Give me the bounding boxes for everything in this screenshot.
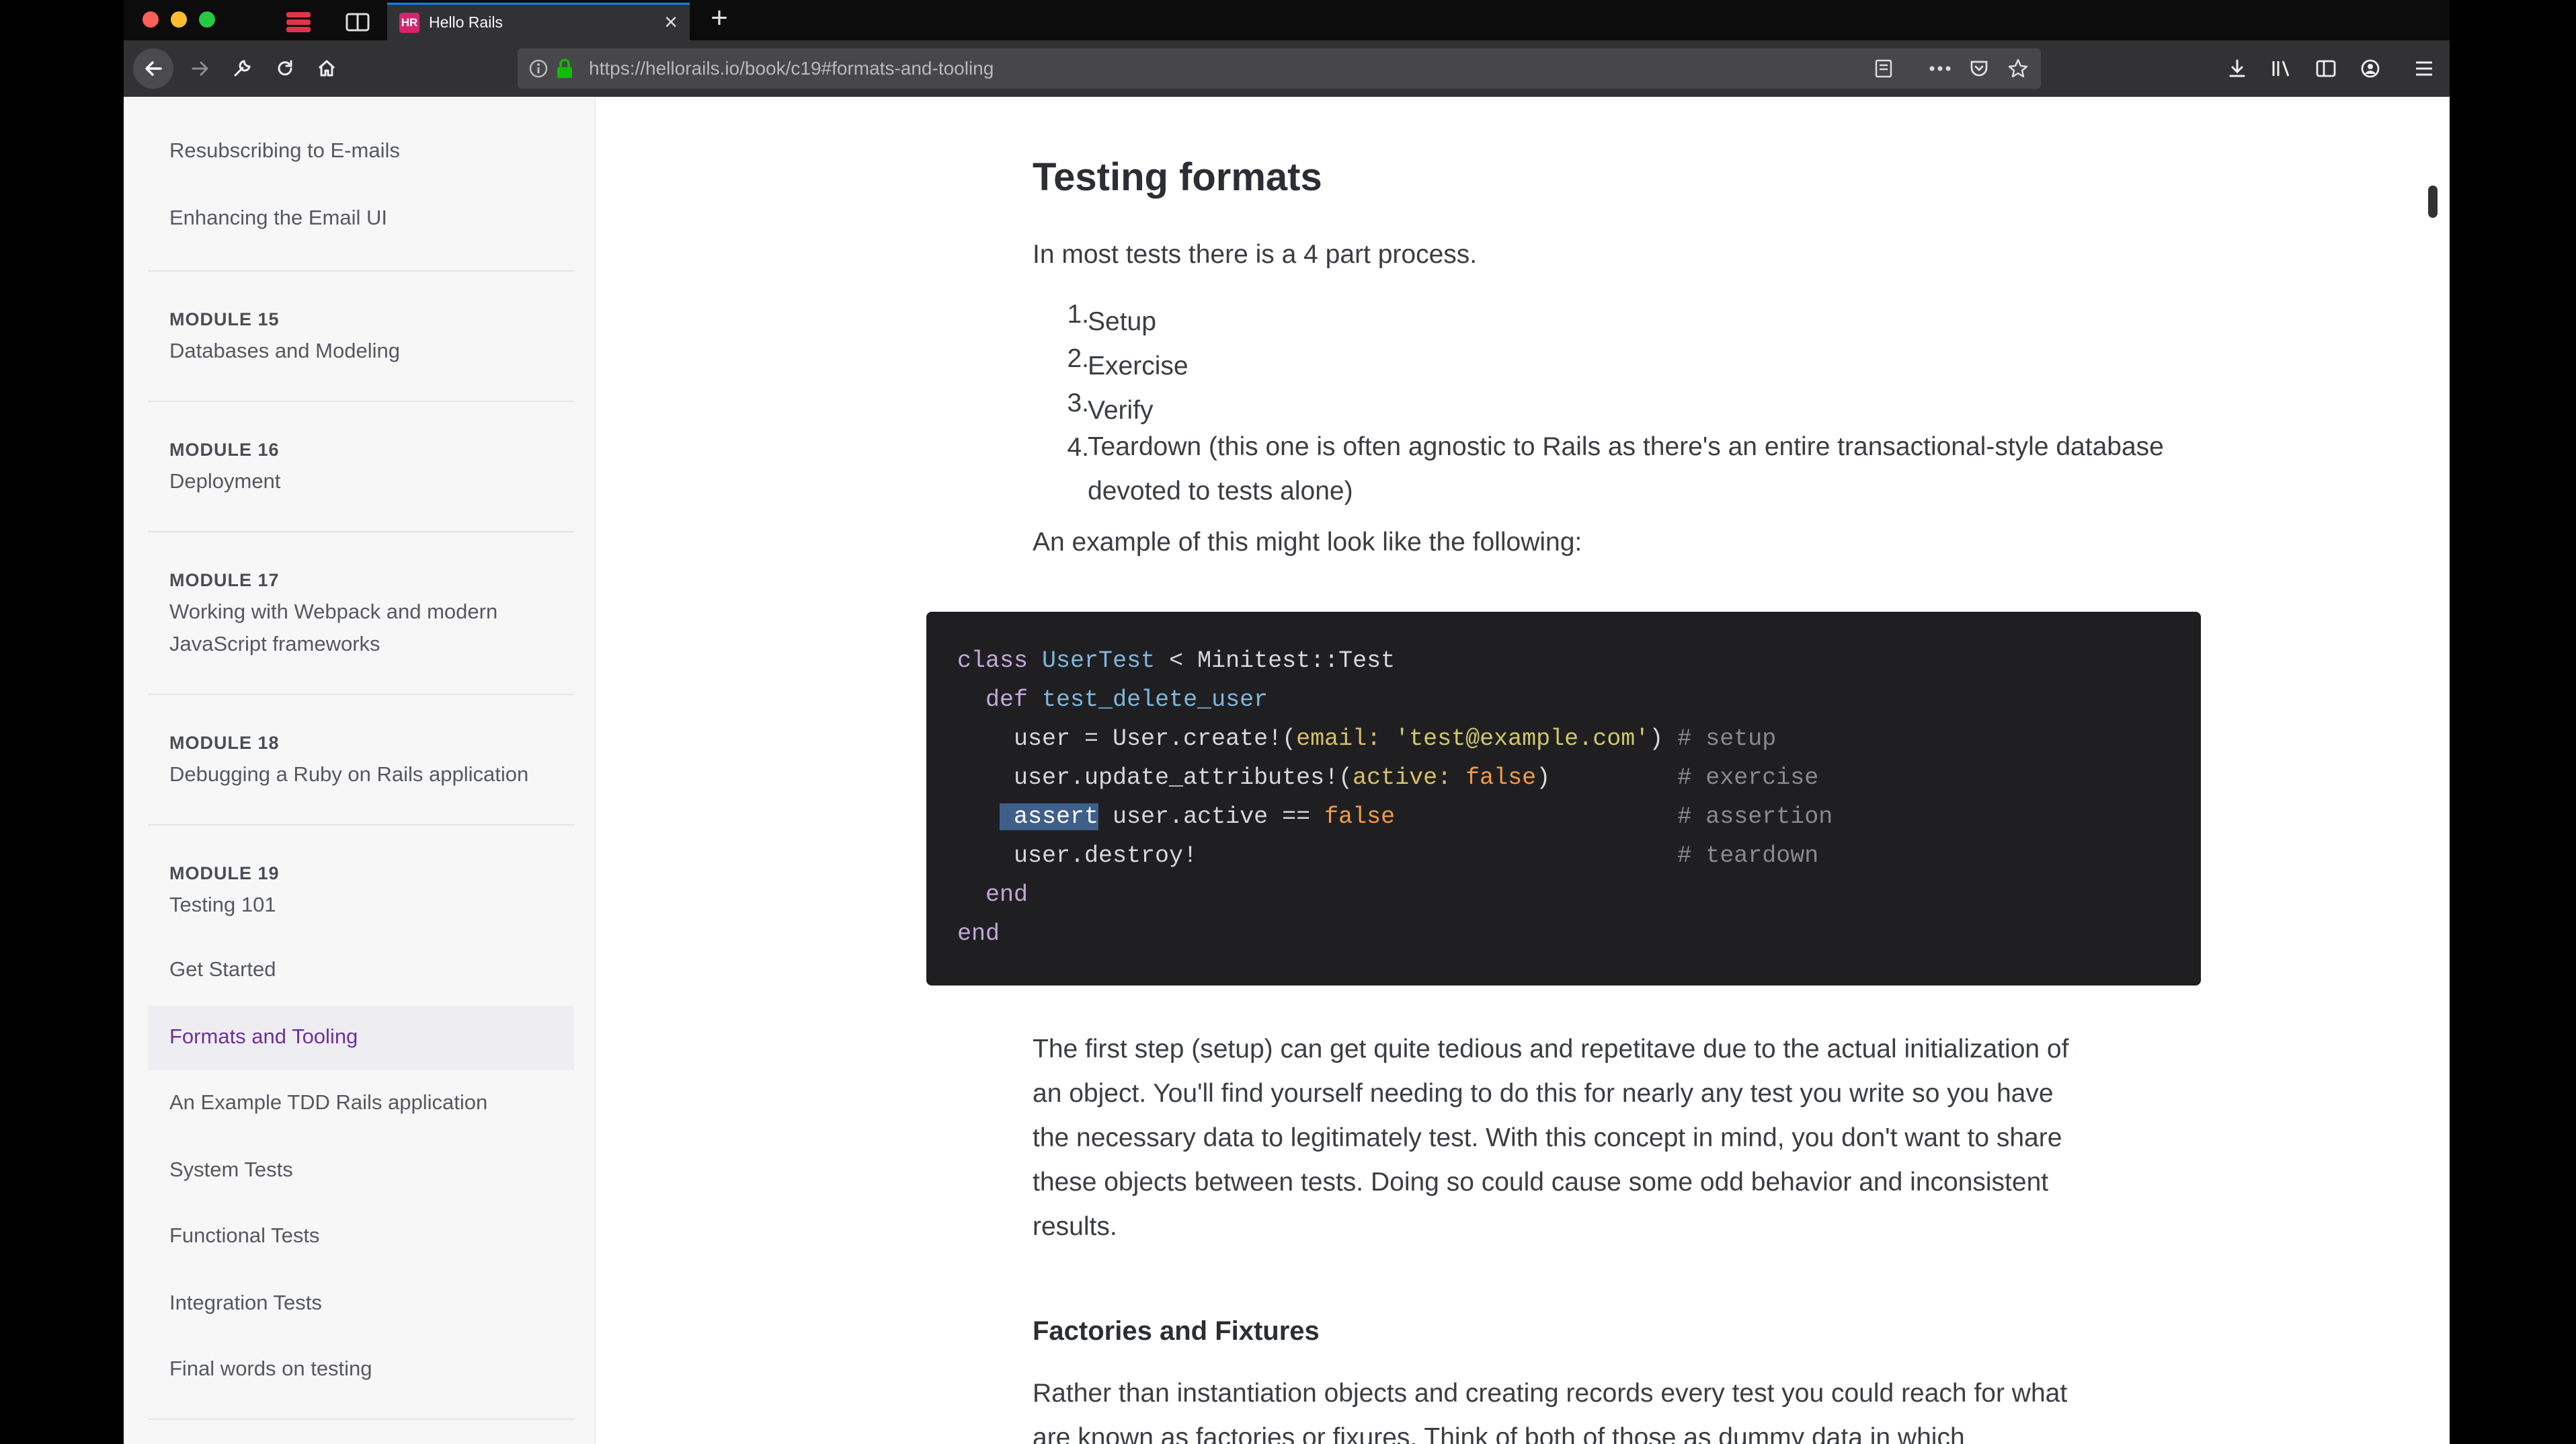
home-button[interactable] bbox=[309, 51, 344, 86]
sidebar-item-integration-tests[interactable]: Integration Tests bbox=[169, 1291, 322, 1315]
module-17-title[interactable]: Working with Webpack and modern JavaScri… bbox=[169, 596, 546, 660]
code-line: user.destroy! # teardown bbox=[957, 842, 1819, 869]
developer-tools-button[interactable] bbox=[225, 51, 259, 86]
sidebar-toggle-icon bbox=[2316, 60, 2336, 77]
code-block bbox=[926, 612, 2201, 986]
close-window-button[interactable] bbox=[143, 11, 159, 28]
downloads-button[interactable] bbox=[2220, 51, 2255, 86]
sidebar-divider bbox=[148, 824, 574, 826]
module-15-title[interactable]: Databases and Modeling bbox=[169, 335, 573, 367]
arrow-left-icon bbox=[145, 61, 162, 76]
menu-button[interactable] bbox=[2407, 51, 2442, 86]
reload-icon bbox=[278, 60, 292, 76]
wrench-icon bbox=[234, 60, 251, 77]
back-button[interactable] bbox=[133, 48, 173, 89]
more-dots-icon bbox=[1929, 66, 1951, 71]
library-icon bbox=[2272, 61, 2290, 77]
sidebar-item-formats-and-tooling[interactable]: Formats and Tooling bbox=[169, 1025, 358, 1049]
step-exercise: Exercise bbox=[1088, 352, 1189, 380]
url-host: https://hellorails.io bbox=[589, 58, 740, 79]
sidebars-button[interactable] bbox=[2308, 51, 2343, 86]
code-line: class UserTest < Minitest::Test bbox=[957, 647, 1396, 674]
pinned-tab-rails[interactable] bbox=[269, 5, 328, 39]
step-number: 3. bbox=[1067, 389, 1089, 417]
sidebar-item-tdd-rails-app[interactable]: An Example TDD Rails application bbox=[169, 1090, 487, 1115]
book-icon bbox=[346, 13, 370, 32]
tab-strip: HR Hello Rails × + bbox=[124, 0, 2450, 40]
close-tab-icon[interactable]: × bbox=[664, 9, 678, 36]
module-16-label: MODULE 16 bbox=[169, 440, 280, 460]
navigation-toolbar: https://hellorails.io/book/c19#formats-a… bbox=[124, 40, 2450, 97]
home-icon bbox=[318, 60, 335, 77]
module-17-label: MODULE 17 bbox=[169, 570, 280, 590]
code-line: assert user.active == false # assertion bbox=[1000, 803, 1833, 830]
download-icon bbox=[2229, 59, 2245, 77]
step-setup: Setup bbox=[1088, 307, 1156, 336]
sidebar-item-enhancing-email-ui[interactable]: Enhancing the Email UI bbox=[169, 206, 387, 230]
sidebar-item-system-tests[interactable]: System Tests bbox=[169, 1158, 293, 1182]
arrow-right-icon bbox=[192, 61, 208, 76]
account-button[interactable] bbox=[2353, 51, 2388, 86]
sidebar-item-final-words[interactable]: Final words on testing bbox=[169, 1357, 372, 1381]
rails-stack-icon bbox=[286, 12, 311, 32]
sidebar-divider bbox=[148, 531, 574, 532]
example-intro-text: An example of this might look like the f… bbox=[1033, 528, 1582, 557]
module-16-title[interactable]: Deployment bbox=[169, 465, 573, 497]
hello-rails-favicon-icon: HR bbox=[399, 13, 419, 33]
code-line: user.update_attributes!(active: false) #… bbox=[957, 764, 1819, 791]
code-line: user = User.create!(email: 'test@example… bbox=[957, 725, 1777, 752]
reader-view-icon bbox=[1875, 59, 1892, 78]
sidebar-divider bbox=[148, 694, 574, 695]
module-18-title[interactable]: Debugging a Ruby on Rails application bbox=[169, 758, 573, 791]
forward-button[interactable] bbox=[183, 51, 218, 86]
browser-window: HR Hello Rails × + https://hellorails.io… bbox=[124, 0, 2450, 1444]
module-18-label: MODULE 18 bbox=[169, 733, 280, 753]
factories-paragraph: Rather than instantiation objects and cr… bbox=[1033, 1379, 2068, 1444]
code-line: def test_delete_user bbox=[985, 686, 1269, 713]
step-teardown: Teardown (this one is often agnostic to … bbox=[1088, 432, 2164, 506]
section-heading: Testing formats bbox=[1033, 155, 1322, 199]
zoom-window-button[interactable] bbox=[199, 11, 215, 28]
code-line: end bbox=[985, 881, 1029, 908]
account-icon bbox=[2361, 59, 2380, 78]
hamburger-menu-icon bbox=[2416, 61, 2432, 76]
pinned-tab-reader[interactable] bbox=[328, 5, 387, 39]
library-button[interactable] bbox=[2264, 51, 2299, 86]
sidebar-item-resubscribing[interactable]: Resubscribing to E-mails bbox=[169, 138, 400, 163]
setup-paragraph: The first step (setup) can get quite ted… bbox=[1033, 1035, 2069, 1241]
url-path: /book/c19#formats-and-tooling bbox=[739, 58, 994, 79]
module-15-label: MODULE 15 bbox=[169, 309, 280, 329]
sidebar-item-functional-tests[interactable]: Functional Tests bbox=[169, 1224, 319, 1248]
sidebar-divider bbox=[148, 270, 574, 272]
minimize-window-button[interactable] bbox=[171, 11, 187, 28]
address-bar[interactable]: https://hellorails.io/book/c19#formats-a… bbox=[518, 48, 2041, 89]
step-number: 1. bbox=[1067, 300, 1089, 329]
step-verify: Verify bbox=[1088, 396, 1154, 425]
pocket-button[interactable] bbox=[1966, 55, 1993, 82]
intro-text: In most tests there is a 4 part process. bbox=[1033, 240, 1478, 269]
sidebar-divider bbox=[148, 1418, 574, 1420]
step-number: 2. bbox=[1067, 344, 1089, 373]
bookmark-star-button[interactable] bbox=[2005, 55, 2031, 82]
info-icon[interactable] bbox=[528, 58, 549, 79]
star-icon bbox=[2008, 58, 2028, 78]
lock-icon[interactable] bbox=[555, 58, 574, 79]
reader-view-button[interactable] bbox=[1870, 55, 1897, 82]
book-table-of-contents: Resubscribing to E-mails Enhancing the E… bbox=[124, 97, 596, 1444]
page-actions-button[interactable] bbox=[1927, 55, 1954, 82]
reload-button[interactable] bbox=[268, 51, 303, 86]
sidebar-divider bbox=[148, 401, 574, 402]
tab-title: Hello Rails bbox=[429, 13, 503, 31]
step-number: 4. bbox=[1067, 433, 1089, 462]
new-tab-button[interactable]: + bbox=[700, 3, 738, 36]
sidebar-item-get-started[interactable]: Get Started bbox=[169, 957, 276, 981]
tab-hello-rails[interactable]: HR Hello Rails × bbox=[387, 3, 690, 40]
factories-heading: Factories and Fixtures bbox=[1033, 1316, 1320, 1346]
pocket-icon bbox=[1970, 61, 1988, 77]
code-line: end bbox=[957, 920, 1000, 947]
module-19-title[interactable]: Testing 101 bbox=[169, 889, 573, 921]
page-scrollbar-thumb[interactable] bbox=[2428, 186, 2438, 218]
url-text[interactable]: https://hellorails.io/book/c19#formats-a… bbox=[589, 58, 994, 79]
module-19-label: MODULE 19 bbox=[169, 863, 280, 883]
